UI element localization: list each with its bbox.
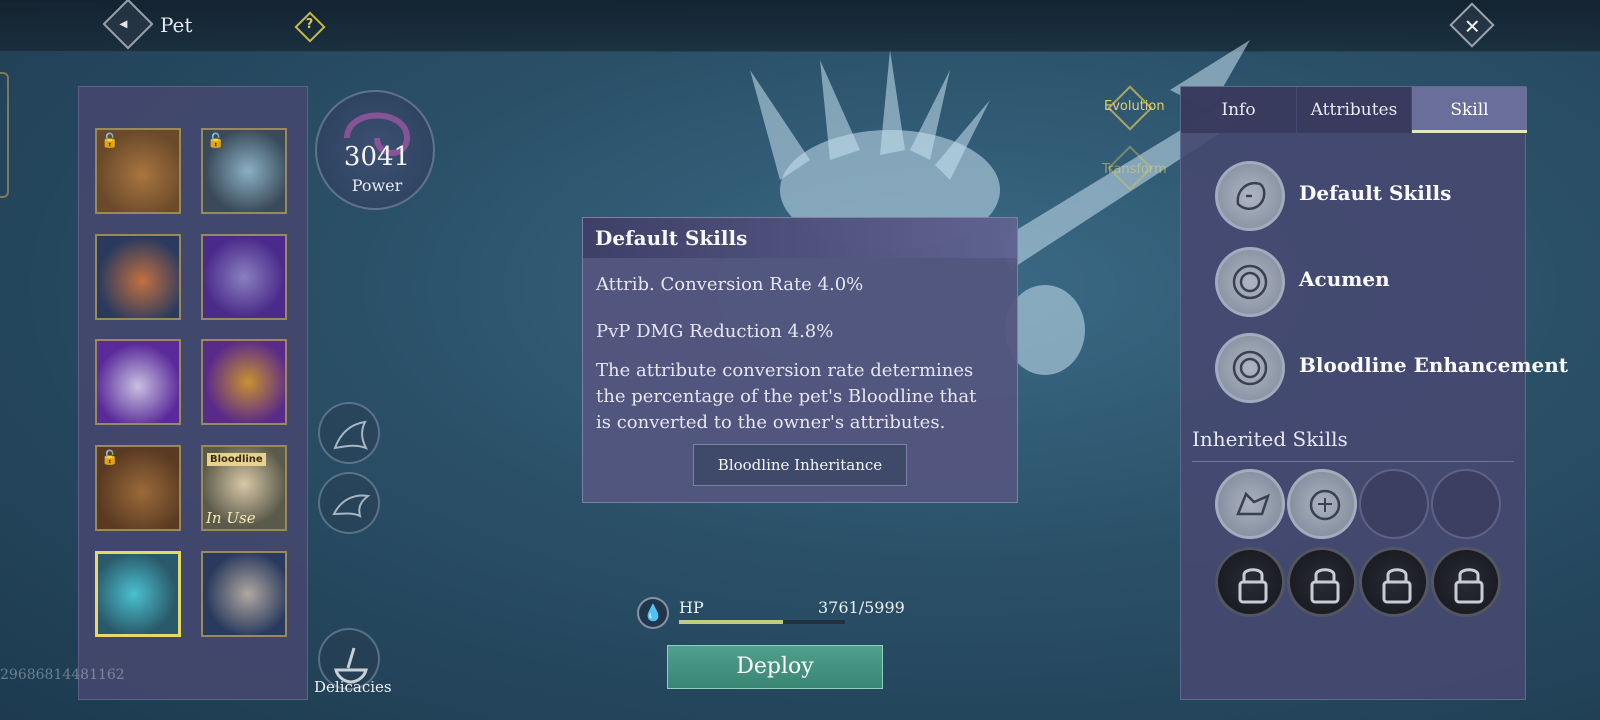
skill-acumen[interactable]: Acumen	[1215, 247, 1535, 317]
pet-slot-4[interactable]	[201, 234, 287, 320]
inherited-slot-locked[interactable]	[1359, 547, 1429, 617]
tab-active-underline	[1412, 130, 1527, 133]
flame-bird-icon	[333, 420, 369, 450]
inherited-slot-locked[interactable]	[1431, 547, 1501, 617]
inherited-slot-empty[interactable]	[1359, 469, 1429, 539]
hp-value: 3761/5999	[818, 598, 905, 617]
delicacies-label: Delicacies	[314, 678, 392, 696]
bird-icon	[332, 494, 371, 518]
tab-info-label: Info	[1221, 100, 1256, 120]
lock-icon: 🔓	[207, 133, 225, 149]
power-orb: 3041 Power	[315, 90, 435, 210]
lock-icon	[1310, 568, 1340, 604]
swirl-icon	[1215, 333, 1285, 403]
inherited-slot-locked[interactable]	[1287, 547, 1357, 617]
tooltip-description: The attribute conversion rate determines…	[596, 360, 977, 433]
pet-slot-3[interactable]	[95, 234, 181, 320]
help-button[interactable]: ?	[294, 11, 326, 43]
hp-label: HP	[679, 598, 704, 617]
divider	[1192, 461, 1514, 462]
flame-bird-button[interactable]	[318, 402, 380, 464]
pet-slot-1[interactable]: 🔓	[95, 128, 181, 214]
skill-label: Default Skills	[1299, 181, 1452, 205]
evolution-label: Evolution	[1104, 99, 1165, 114]
bloodline-inheritance-button[interactable]: Bloodline Inheritance	[693, 444, 907, 486]
tab-skill[interactable]: Skill	[1412, 87, 1527, 133]
pvp-reduction-text: PvP DMG Reduction 4.8%	[596, 321, 834, 342]
lock-icon	[1454, 568, 1484, 604]
deploy-button[interactable]: Deploy	[667, 645, 883, 689]
conversion-rate-text: Attrib. Conversion Rate 4.0%	[596, 274, 864, 295]
hp-bar	[679, 620, 845, 624]
inherited-slot-empty[interactable]	[1431, 469, 1501, 539]
transform-label: Transform	[1102, 162, 1167, 177]
close-icon: ✕	[1463, 14, 1481, 39]
skill-tooltip: Default Skills Attrib. Conversion Rate 4…	[582, 217, 1018, 503]
uid-text: 29686814481162	[0, 667, 125, 683]
power-label: Power	[351, 176, 403, 195]
inherited-slot-lion[interactable]	[1287, 469, 1357, 539]
page-title: Pet	[160, 13, 193, 37]
in-use-label: In Use	[206, 509, 256, 527]
swirl-icon	[1215, 247, 1285, 317]
back-arrow-icon: ◂	[119, 13, 128, 33]
close-button[interactable]: ✕	[1449, 2, 1495, 48]
inherited-slot-wolf[interactable]	[1215, 469, 1285, 539]
inherited-slot-locked[interactable]	[1215, 547, 1285, 617]
back-button[interactable]: ◂	[102, 0, 154, 50]
lock-icon	[1238, 568, 1268, 604]
lock-icon	[1382, 568, 1412, 604]
wolf-icon	[1236, 491, 1271, 516]
side-tab-edge[interactable]	[0, 72, 9, 198]
pet-slot-9-selected[interactable]	[95, 551, 181, 637]
power-value: 3041	[343, 142, 411, 172]
pet-slot-7[interactable]: 🔓	[95, 445, 181, 531]
skill-default[interactable]: Default Skills	[1215, 161, 1535, 231]
lock-icon: 🔓	[101, 450, 119, 466]
lock-icon: 🔓	[101, 133, 119, 149]
skill-bloodline-enhancement[interactable]: Bloodline Enhancement	[1215, 333, 1568, 403]
question-icon: ?	[305, 16, 314, 32]
pet-list-panel: 🔓 🔓 🔓 Bloodline In Use	[78, 86, 308, 700]
bird-button[interactable]	[318, 472, 380, 534]
tab-attributes[interactable]: Attributes	[1297, 87, 1411, 133]
pet-slot-8[interactable]: Bloodline In Use	[201, 445, 287, 531]
pet-slot-5[interactable]	[95, 339, 181, 425]
pet-slot-6[interactable]	[201, 339, 287, 425]
pet-slot-10[interactable]	[201, 551, 287, 637]
lion-icon	[1309, 489, 1341, 521]
inherited-skills-title: Inherited Skills	[1192, 427, 1348, 451]
bloodline-tag: Bloodline	[207, 453, 266, 466]
skill-panel: Info Attributes Skill Default Skills Acu…	[1180, 86, 1568, 700]
lion-head-icon	[1215, 161, 1285, 231]
tab-skill-label: Skill	[1450, 100, 1489, 120]
tab-attributes-label: Attributes	[1310, 100, 1398, 120]
tab-info[interactable]: Info	[1181, 87, 1296, 133]
pet-slot-2[interactable]: 🔓	[201, 128, 287, 214]
hp-bar-fill	[679, 620, 784, 624]
tooltip-title: Default Skills	[583, 218, 1017, 258]
skill-label: Bloodline Enhancement	[1299, 353, 1568, 377]
skill-label: Acumen	[1299, 267, 1390, 291]
droplet-icon: 💧	[637, 597, 669, 629]
tab-bar: Info Attributes Skill	[1181, 87, 1527, 133]
